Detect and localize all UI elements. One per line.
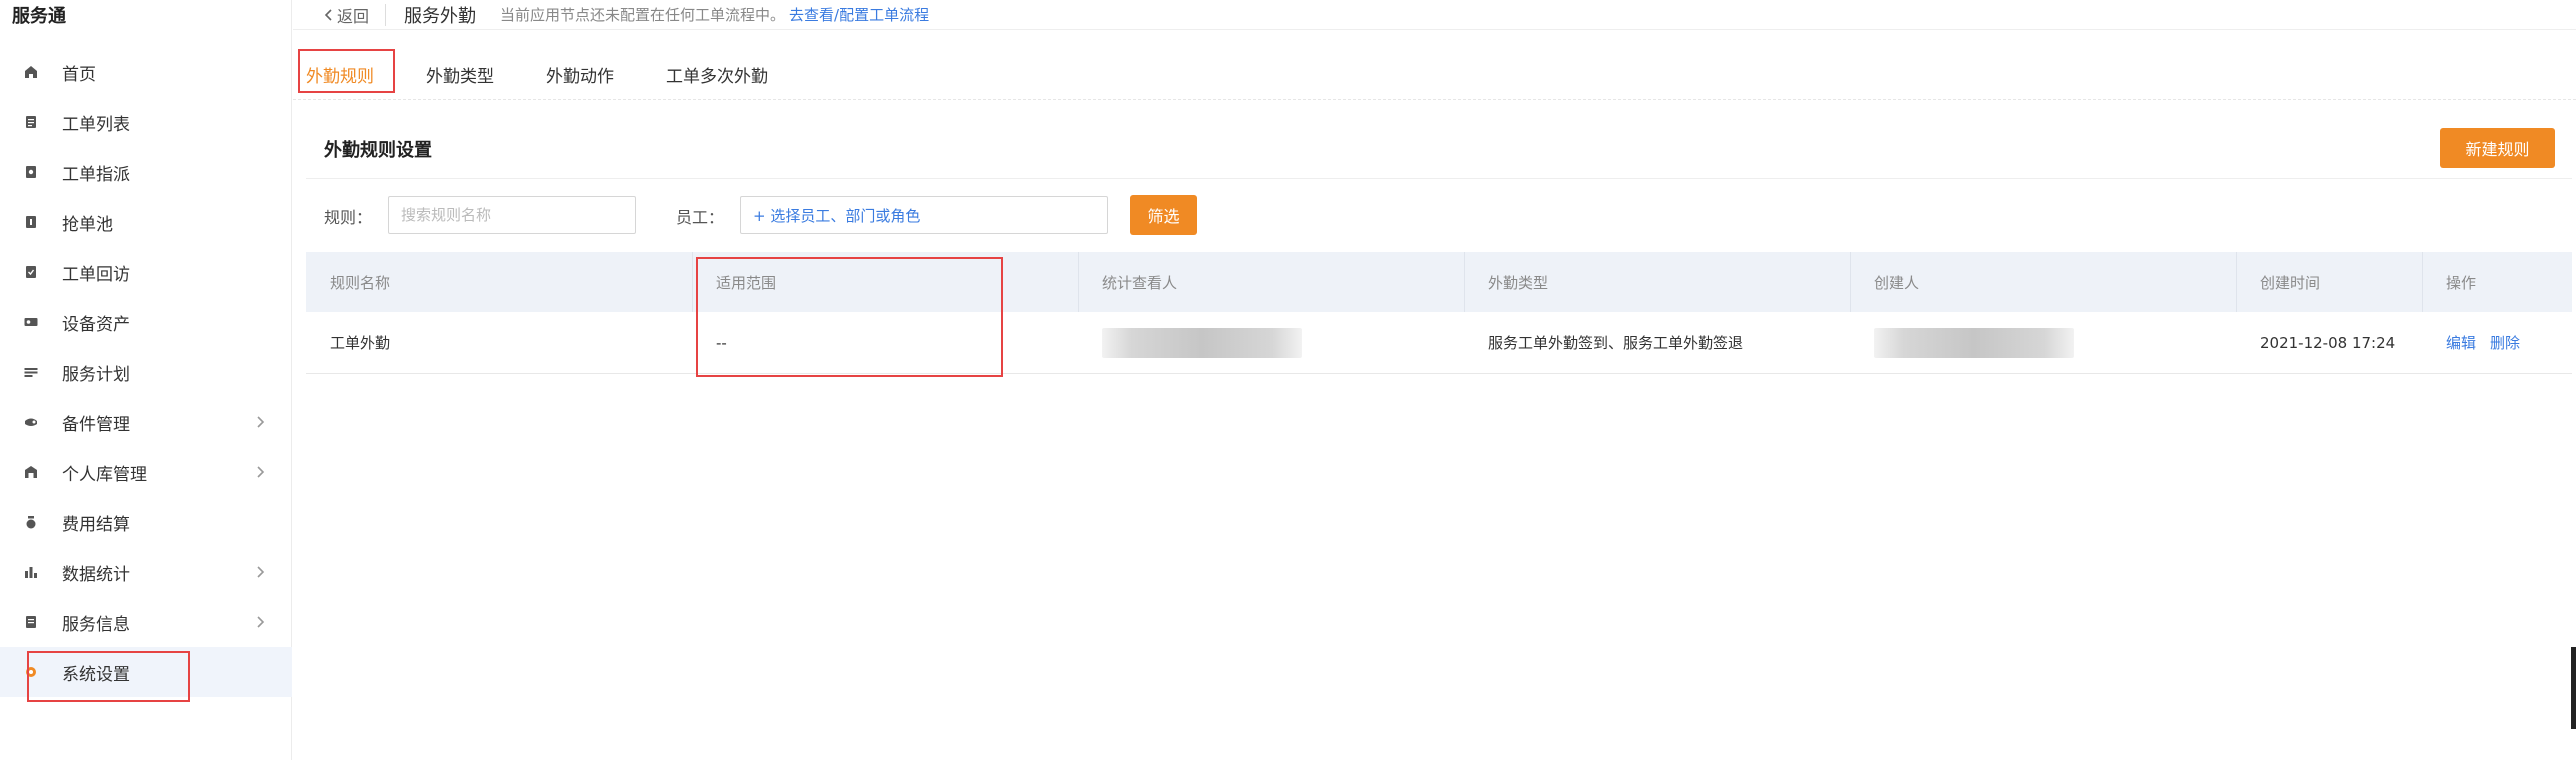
document-icon — [24, 615, 38, 629]
scope-column-highlight-box — [696, 257, 1003, 377]
sidebar-item-label: 工单列表 — [62, 114, 130, 135]
filter-button[interactable]: 筛选 — [1130, 195, 1197, 235]
chevron-right-icon — [252, 464, 268, 480]
clipboard-icon — [24, 115, 38, 129]
sidebar-item-grab-pool[interactable]: 抢单池 — [0, 197, 292, 247]
column-divider — [2422, 252, 2423, 312]
money-bag-icon — [24, 515, 38, 529]
cell-creator-redacted — [1874, 328, 2074, 358]
chevron-right-icon — [252, 564, 268, 580]
sidebar-item-data-statistics[interactable]: 数据统计 — [0, 547, 292, 597]
sidebar-item-label: 备件管理 — [62, 414, 130, 435]
active-tab-highlight-box — [298, 49, 395, 93]
chevron-right-icon — [252, 614, 268, 630]
tab-field-actions[interactable]: 外勤动作 — [546, 62, 614, 87]
app-root: 服务通 首页 工单列表 工单指派 抢单池 工单回访 设备资产 服务计划 备件管理… — [0, 0, 2576, 760]
return-visit-icon — [24, 265, 38, 279]
tab-multiple-field-visits[interactable]: 工单多次外勤 — [666, 62, 768, 87]
plan-icon — [24, 365, 38, 379]
parts-icon — [24, 415, 38, 429]
scrollbar-thumb[interactable] — [2571, 647, 2576, 729]
column-divider — [1078, 252, 1079, 312]
column-divider — [1850, 252, 1851, 312]
sidebar-item-service-info[interactable]: 服务信息 — [0, 597, 292, 647]
column-header-actions: 操作 — [2446, 273, 2477, 292]
brand-title: 服务通 — [12, 6, 66, 27]
column-header-creator: 创建人 — [1874, 273, 1920, 292]
sidebar-item-personal-warehouse[interactable]: 个人库管理 — [0, 447, 292, 497]
sidebar-item-device-assets[interactable]: 设备资产 — [0, 297, 292, 347]
new-rule-button[interactable]: 新建规则 — [2440, 128, 2555, 168]
column-header-created-at: 创建时间 — [2260, 273, 2321, 292]
delete-link[interactable]: 删除 — [2490, 332, 2520, 353]
sidebar-item-label: 服务计划 — [62, 364, 130, 385]
cell-viewers-redacted — [1102, 328, 1302, 358]
column-header-viewers: 统计查看人 — [1102, 273, 1178, 292]
rule-search-input[interactable] — [401, 206, 635, 224]
sidebar-item-label: 个人库管理 — [62, 464, 147, 485]
page-header: 返回 服务外勤 当前应用节点还未配置在任何工单流程中。 去查看/配置工单流程 — [293, 0, 2576, 30]
staff-filter-label: 员工： — [676, 208, 725, 227]
rules-table: 规则名称 适用范围 统计查看人 外勤类型 创建人 创建时间 操作 工单外勤 --… — [306, 252, 2572, 374]
sidebar-item-label: 服务信息 — [62, 614, 130, 635]
sidebar-item-expense-settlement[interactable]: 费用结算 — [0, 497, 292, 547]
section-divider — [306, 178, 2572, 179]
cell-field-types: 服务工单外勤签到、服务工单外勤签退 — [1488, 334, 1744, 352]
sidebar-item-label: 工单指派 — [62, 164, 130, 185]
sidebar-item-service-plan[interactable]: 服务计划 — [0, 347, 292, 397]
pool-icon — [24, 215, 38, 229]
back-label: 返回 — [337, 6, 370, 26]
sidebar-item-label: 抢单池 — [62, 214, 113, 235]
column-header-rule-name: 规则名称 — [330, 273, 391, 292]
chevron-left-icon — [324, 8, 332, 21]
sidebar-item-label: 首页 — [62, 64, 96, 85]
tab-bar: 外勤规则 外勤类型 外勤动作 工单多次外勤 — [293, 48, 2576, 100]
bar-chart-icon — [24, 565, 38, 579]
table-header: 规则名称 适用范围 统计查看人 外勤类型 创建人 创建时间 操作 — [306, 252, 2572, 312]
sidebar-item-label: 数据统计 — [62, 564, 130, 585]
sidebar-item-return-visit[interactable]: 工单回访 — [0, 247, 292, 297]
rule-filter-label: 规则： — [324, 208, 373, 227]
section-title: 外勤规则设置 — [324, 140, 432, 161]
tab-field-types[interactable]: 外勤类型 — [426, 62, 494, 87]
sidebar-item-home[interactable]: 首页 — [0, 47, 292, 97]
column-divider — [692, 252, 693, 312]
configure-workflow-link[interactable]: 去查看/配置工单流程 — [789, 4, 929, 25]
table-row: 工单外勤 -- 服务工单外勤签到、服务工单外勤签退 2021-12-08 17:… — [306, 312, 2572, 374]
system-settings-highlight-box — [27, 651, 190, 702]
device-icon — [24, 315, 38, 329]
cell-actions: 编辑 删除 — [2446, 312, 2534, 373]
column-divider — [1464, 252, 1465, 312]
chevron-right-icon — [252, 414, 268, 430]
staff-picker[interactable]: + 选择员工、部门或角色 — [740, 196, 1108, 234]
warehouse-icon — [24, 465, 38, 479]
back-button[interactable]: 返回 — [293, 3, 387, 26]
sidebar-nav: 首页 工单列表 工单指派 抢单池 工单回访 设备资产 服务计划 备件管理 个人库… — [0, 47, 292, 697]
workflow-notice: 当前应用节点还未配置在任何工单流程中。 — [500, 6, 786, 24]
assign-icon — [24, 165, 38, 179]
sidebar-item-label: 工单回访 — [62, 264, 130, 285]
cell-rule-name: 工单外勤 — [330, 334, 391, 352]
sidebar-item-order-assign[interactable]: 工单指派 — [0, 147, 292, 197]
column-header-field-types: 外勤类型 — [1488, 273, 1549, 292]
sidebar-item-order-list[interactable]: 工单列表 — [0, 97, 292, 147]
sidebar-item-label: 设备资产 — [62, 314, 130, 335]
sidebar: 服务通 首页 工单列表 工单指派 抢单池 工单回访 设备资产 服务计划 备件管理… — [0, 0, 292, 760]
page-title: 服务外勤 — [404, 5, 477, 27]
rule-search-field[interactable] — [388, 196, 636, 234]
home-icon — [24, 65, 38, 79]
edit-link[interactable]: 编辑 — [2446, 332, 2476, 353]
cell-created-at: 2021-12-08 17:24 — [2260, 333, 2396, 352]
sidebar-item-label: 费用结算 — [62, 514, 130, 535]
column-divider — [2236, 252, 2237, 312]
sidebar-item-parts-management[interactable]: 备件管理 — [0, 397, 292, 447]
staff-picker-label: + 选择员工、部门或角色 — [753, 206, 921, 225]
